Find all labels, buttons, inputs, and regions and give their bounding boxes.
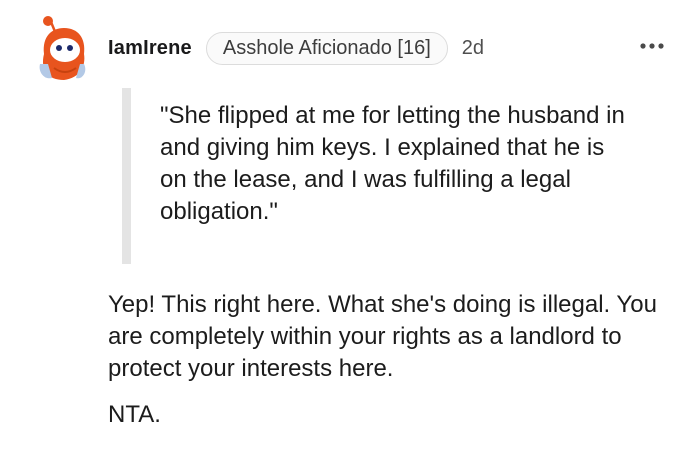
more-options-icon [640, 43, 664, 49]
user-flair: Asshole Aficionado [16] [205, 31, 448, 65]
quote-text: "She flipped at me for letting the husba… [160, 102, 625, 225]
comment-body: Yep! This right here. What she's doing i… [108, 289, 668, 431]
timestamp: 2d [461, 36, 485, 59]
comment-paragraph: Yep! This right here. What she's doing i… [108, 291, 657, 382]
avatar[interactable] [34, 14, 90, 82]
username[interactable]: IamIrene [108, 37, 192, 60]
comment-header: IamIrene Asshole Aficionado [16] 2d [108, 30, 484, 66]
quote-bar [122, 88, 131, 264]
comment-paragraph: NTA. [108, 401, 161, 428]
snoo-avatar-icon [39, 16, 86, 80]
blockquote: "She flipped at me for letting the husba… [122, 88, 642, 264]
more-options-button[interactable] [636, 30, 670, 62]
